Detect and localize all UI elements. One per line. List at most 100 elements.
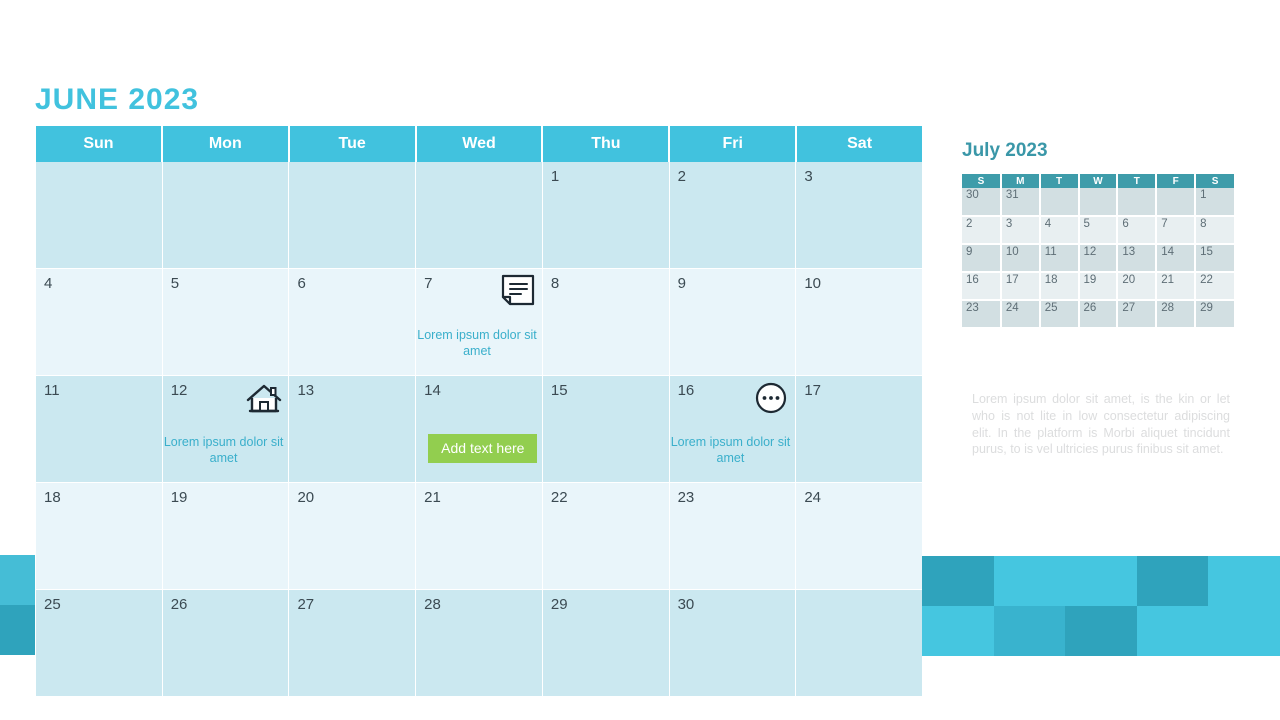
decoration-square (0, 605, 35, 655)
calendar-week-row: 1 2 3 (36, 162, 923, 269)
calendar-day-cell-18[interactable]: 18 (36, 483, 163, 590)
calendar-day-cell-17[interactable]: 17 (796, 376, 923, 483)
day-number: 20 (297, 489, 315, 506)
calendar-day-cell-20[interactable]: 20 (289, 483, 417, 590)
mini-calendar-header-row: SMTWTFS (962, 174, 1234, 188)
calendar-weekday-header-row: Sun Mon Tue Wed Thu Fri Sat (36, 126, 923, 162)
mini-day-cell-27[interactable]: 27 (1117, 300, 1158, 329)
mini-day-cell-14[interactable]: 14 (1156, 244, 1197, 273)
day-number: 21 (424, 489, 441, 506)
mini-weekday-header: T (1039, 174, 1080, 188)
day-number: 15 (550, 382, 568, 399)
day-number: 8 (550, 275, 560, 292)
mini-day-cell-1[interactable]: 1 (1195, 188, 1234, 217)
mini-day-cell-3[interactable]: 3 (1000, 216, 1041, 245)
calendar-day-cell-21[interactable]: 21 (416, 483, 543, 590)
day-number: 24 (804, 489, 821, 506)
more-circle-icon[interactable] (751, 380, 789, 414)
calendar-day-cell-30[interactable]: 30 (669, 590, 797, 697)
decoration-square (922, 606, 994, 656)
calendar-day-cell-4[interactable]: 4 (36, 269, 163, 376)
calendar-day-cell-25[interactable]: 25 (36, 590, 163, 697)
mini-day-cell-4[interactable]: 4 (1039, 216, 1080, 245)
calendar-day-cell-28[interactable]: 28 (416, 590, 543, 697)
mini-day-cell-20[interactable]: 20 (1117, 272, 1158, 301)
mini-day-cell-12[interactable]: 12 (1078, 244, 1119, 273)
mini-day-cell-16[interactable]: 16 (962, 272, 1002, 301)
calendar-slide: JUNE 2023 Sun Mon Tue Wed Thu Fri Sat 1234567L… (0, 0, 1280, 720)
day-number: 3 (804, 168, 813, 185)
mini-day-cell-9[interactable]: 9 (962, 244, 1002, 273)
decoration-square (922, 556, 994, 606)
mini-day-cell-17[interactable]: 17 (1000, 272, 1041, 301)
mini-day-cell-18[interactable]: 18 (1039, 272, 1080, 301)
house-icon[interactable] (244, 380, 282, 414)
day-number: 2 (677, 168, 686, 185)
mini-day-cell-22[interactable]: 22 (1195, 272, 1234, 301)
mini-weekday-header: M (1000, 174, 1041, 188)
day-number: 22 (550, 489, 568, 506)
calendar-day-cell-6[interactable]: 6 (289, 269, 417, 376)
calendar-day-cell-24[interactable]: 24 (796, 483, 923, 590)
mini-day-cell-6[interactable]: 6 (1117, 216, 1158, 245)
mini-day-cell-25[interactable]: 25 (1039, 300, 1080, 329)
calendar-week-row: 25 26 27 28 29 30 (36, 590, 923, 697)
mini-day-cell-2[interactable]: 2 (962, 216, 1002, 245)
mini-day-cell-13[interactable]: 13 (1117, 244, 1158, 273)
calendar-day-cell-29[interactable]: 29 (542, 590, 670, 697)
mini-day-cell-30[interactable]: 30 (962, 188, 1002, 217)
calendar-day-cell-8[interactable]: 8 (542, 269, 670, 376)
calendar-day-cell-9[interactable]: 9 (669, 269, 797, 376)
mini-day-cell-7[interactable]: 7 (1156, 216, 1197, 245)
calendar-day-cell-12[interactable]: 12 Lorem ipsum dolor sit amet (162, 376, 290, 483)
mini-week-row: 9 10 11 12 13 14 15 (962, 244, 1234, 273)
day-number: 18 (44, 489, 61, 506)
calendar-day-cell-5[interactable]: 5 (162, 269, 290, 376)
calendar-day-cell-22[interactable]: 22 (542, 483, 670, 590)
weekday-header-fri: Fri (670, 126, 798, 162)
calendar-day-cell-10[interactable]: 10 (796, 269, 923, 376)
mini-day-cell-31[interactable]: 31 (1000, 188, 1041, 217)
mini-day-cell-19[interactable]: 19 (1078, 272, 1119, 301)
mini-day-cell-8[interactable]: 8 (1195, 216, 1234, 245)
mini-empty-cell (1039, 188, 1080, 217)
mini-calendar-grid: SMTWTFS 30 31 1 2 3 4 5 6 7 8 9 10 11 12 13 14 15 16 17 18 1… (962, 174, 1234, 329)
mini-day-cell-15[interactable]: 15 (1195, 244, 1234, 273)
calendar-day-cell-11[interactable]: 11 (36, 376, 163, 483)
calendar-day-cell-14[interactable]: 14 Add text here (416, 376, 543, 483)
note-icon[interactable] (498, 273, 536, 307)
mini-day-cell-28[interactable]: 28 (1156, 300, 1197, 329)
calendar-day-cell-19[interactable]: 19 (162, 483, 290, 590)
calendar-day-cell-23[interactable]: 23 (669, 483, 797, 590)
mini-day-cell-10[interactable]: 10 (1000, 244, 1041, 273)
weekday-header-thu: Thu (543, 126, 671, 162)
mini-empty-cell (1156, 188, 1197, 217)
calendar-day-cell-1[interactable]: 1 (542, 162, 670, 269)
mini-day-cell-26[interactable]: 26 (1078, 300, 1119, 329)
mini-calendar: July 2023 SMTWTFS 30 31 1 2 3 4 5 6 7 8 9 10 11 12 13 1… (962, 140, 1234, 329)
add-text-button[interactable]: Add text here (428, 434, 538, 463)
mini-day-cell-5[interactable]: 5 (1078, 216, 1119, 245)
calendar-day-cell-15[interactable]: 15 (542, 376, 670, 483)
day-number: 30 (677, 596, 695, 613)
day-number: 26 (170, 596, 188, 613)
mini-day-cell-11[interactable]: 11 (1039, 244, 1080, 273)
day-note-text: Lorem ipsum dolor sit amet (417, 328, 537, 358)
day-number: 19 (170, 489, 188, 506)
calendar-day-cell-3[interactable]: 3 (796, 162, 923, 269)
mini-calendar-title: July 2023 (962, 140, 1048, 161)
calendar-day-cell-16[interactable]: 16 Lorem ipsum dolor sit amet (669, 376, 797, 483)
decoration-square (1136, 556, 1209, 606)
calendar-day-cell-13[interactable]: 13 (289, 376, 417, 483)
calendar-day-cell-27[interactable]: 27 (289, 590, 417, 697)
page-title: JUNE 2023 (35, 83, 200, 116)
mini-day-cell-24[interactable]: 24 (1000, 300, 1041, 329)
mini-day-cell-29[interactable]: 29 (1195, 300, 1234, 329)
mini-day-cell-23[interactable]: 23 (962, 300, 1002, 329)
mini-weekday-header: F (1156, 174, 1197, 188)
mini-day-cell-21[interactable]: 21 (1156, 272, 1197, 301)
calendar-day-cell-2[interactable]: 2 (669, 162, 797, 269)
calendar-day-cell-7[interactable]: 7 Lorem ipsum dolor sit amet (416, 269, 543, 376)
calendar-day-cell-26[interactable]: 26 (162, 590, 290, 697)
calendar-empty-cell (416, 162, 543, 269)
